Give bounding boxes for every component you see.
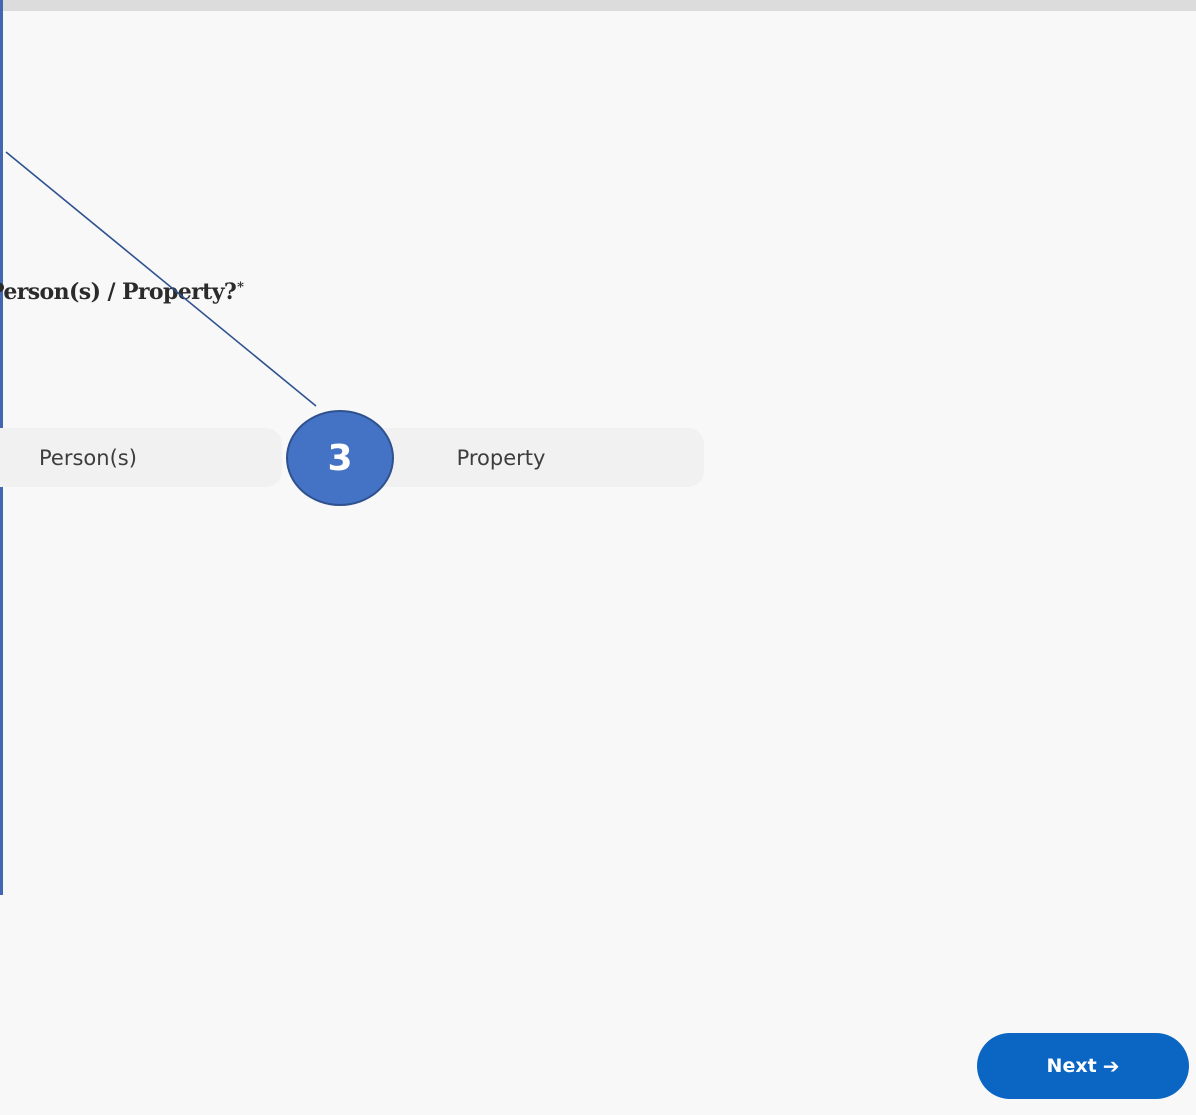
step-number: 3 [327, 437, 353, 479]
top-bar [0, 0, 1196, 11]
arrow-right-icon: ➔ [1102, 1054, 1120, 1078]
option-persons-label: Person(s) [39, 445, 137, 470]
next-button-label: Next [1046, 1055, 1097, 1077]
option-persons[interactable]: Person(s) [0, 428, 282, 487]
question-text: Person(s) / Property? [0, 279, 237, 305]
callout-pointer-line [5, 151, 317, 407]
question-label: Person(s) / Property?* [0, 279, 244, 305]
step-number-badge: 3 [286, 410, 394, 506]
option-property-label: Property [456, 445, 546, 470]
next-button[interactable]: Next ➔ [977, 1033, 1189, 1099]
required-marker: * [237, 280, 244, 295]
